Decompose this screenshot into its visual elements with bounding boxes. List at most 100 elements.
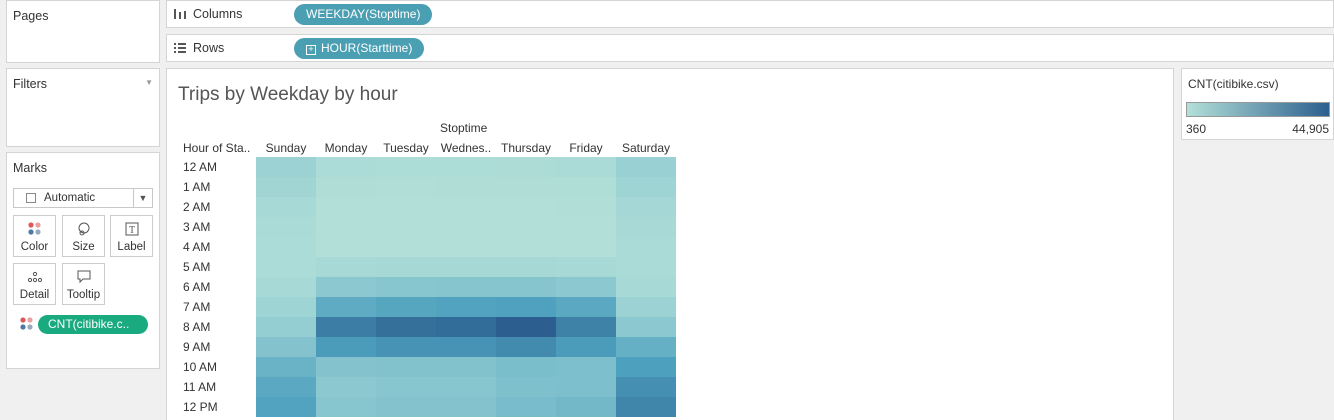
heatmap-cell[interactable] xyxy=(556,177,616,197)
tooltip-button[interactable]: Tooltip xyxy=(62,263,105,305)
pages-panel[interactable]: Pages xyxy=(6,0,160,63)
heatmap-cell[interactable] xyxy=(316,297,376,317)
heatmap-cell[interactable] xyxy=(436,177,496,197)
color-button[interactable]: Color xyxy=(13,215,56,257)
heatmap-cell[interactable] xyxy=(436,377,496,397)
heatmap-cell[interactable] xyxy=(376,357,436,377)
heatmap-cell[interactable] xyxy=(436,157,496,177)
heatmap-cell[interactable] xyxy=(256,157,316,177)
color-legend[interactable]: CNT(citibike.csv) 360 44,905 xyxy=(1181,68,1334,140)
expand-plus-icon[interactable]: + xyxy=(306,45,316,55)
heatmap-cell[interactable] xyxy=(316,157,376,177)
heatmap-cell[interactable] xyxy=(436,317,496,337)
heatmap-cell[interactable] xyxy=(376,277,436,297)
heatmap-cell[interactable] xyxy=(436,197,496,217)
heatmap-cell[interactable] xyxy=(616,257,676,277)
heatmap-cell[interactable] xyxy=(496,297,556,317)
heatmap-cell[interactable] xyxy=(436,257,496,277)
heatmap-cell[interactable] xyxy=(436,217,496,237)
heatmap-cell[interactable] xyxy=(496,197,556,217)
heatmap-cell[interactable] xyxy=(256,317,316,337)
heatmap-cell[interactable] xyxy=(376,217,436,237)
heatmap-cell[interactable] xyxy=(316,177,376,197)
heatmap-cell[interactable] xyxy=(616,317,676,337)
heatmap-cell[interactable] xyxy=(316,237,376,257)
heatmap-cell[interactable] xyxy=(256,277,316,297)
heatmap-cell[interactable] xyxy=(436,397,496,417)
heatmap-cell[interactable] xyxy=(316,377,376,397)
rows-shelf[interactable]: Rows + HOUR(Starttime) xyxy=(166,34,1334,62)
heatmap-cell[interactable] xyxy=(496,177,556,197)
heatmap-cell[interactable] xyxy=(256,177,316,197)
heatmap-cell[interactable] xyxy=(376,297,436,317)
heatmap-cell[interactable] xyxy=(556,377,616,397)
label-button[interactable]: T Label xyxy=(110,215,153,257)
heatmap-cell[interactable] xyxy=(556,277,616,297)
heatmap-cell[interactable] xyxy=(616,217,676,237)
color-field-pill[interactable]: CNT(citibike.c.. xyxy=(38,315,148,334)
heatmap-cell[interactable] xyxy=(556,297,616,317)
chevron-down-icon[interactable]: ▼ xyxy=(133,189,152,207)
heatmap-cell[interactable] xyxy=(556,237,616,257)
heatmap-cell[interactable] xyxy=(376,317,436,337)
heatmap-cell[interactable] xyxy=(496,217,556,237)
heatmap-cell[interactable] xyxy=(496,397,556,417)
heatmap-cell[interactable] xyxy=(376,157,436,177)
heatmap-cell[interactable] xyxy=(616,237,676,257)
columns-shelf[interactable]: Columns WEEKDAY(Stoptime) xyxy=(166,0,1334,28)
heatmap-cell[interactable] xyxy=(616,197,676,217)
filters-panel[interactable]: Filters ▼ xyxy=(6,68,160,147)
heatmap-cell[interactable] xyxy=(556,257,616,277)
heatmap-cell[interactable] xyxy=(616,157,676,177)
heatmap-cell[interactable] xyxy=(256,217,316,237)
heatmap-cell[interactable] xyxy=(616,377,676,397)
heatmap-cell[interactable] xyxy=(316,217,376,237)
heatmap-cell[interactable] xyxy=(556,357,616,377)
heatmap-cell[interactable] xyxy=(256,337,316,357)
heatmap-cell[interactable] xyxy=(256,297,316,317)
heatmap-cell[interactable] xyxy=(616,337,676,357)
heatmap-cell[interactable] xyxy=(376,177,436,197)
heatmap-cell[interactable] xyxy=(316,197,376,217)
filters-menu-icon[interactable]: ▼ xyxy=(145,78,153,87)
heatmap-cell[interactable] xyxy=(496,377,556,397)
heatmap-cell[interactable] xyxy=(316,357,376,377)
heatmap-cell[interactable] xyxy=(496,357,556,377)
size-button[interactable]: Size xyxy=(62,215,105,257)
heatmap-cell[interactable] xyxy=(256,257,316,277)
heatmap-cell[interactable] xyxy=(496,277,556,297)
detail-button[interactable]: Detail xyxy=(13,263,56,305)
heatmap-cell[interactable] xyxy=(316,317,376,337)
heatmap-cell[interactable] xyxy=(376,337,436,357)
heatmap-cell[interactable] xyxy=(376,237,436,257)
heatmap-cell[interactable] xyxy=(436,337,496,357)
heatmap-cell[interactable] xyxy=(376,377,436,397)
heatmap-cell[interactable] xyxy=(556,217,616,237)
heatmap-cell[interactable] xyxy=(496,157,556,177)
heatmap-cell[interactable] xyxy=(616,297,676,317)
heatmap-cell[interactable] xyxy=(256,377,316,397)
heatmap-cell[interactable] xyxy=(376,257,436,277)
heatmap-cell[interactable] xyxy=(556,157,616,177)
heatmap-cell[interactable] xyxy=(556,397,616,417)
heatmap-cell[interactable] xyxy=(436,357,496,377)
heatmap-cell[interactable] xyxy=(436,237,496,257)
hour-starttime-pill[interactable]: + HOUR(Starttime) xyxy=(294,38,425,59)
heatmap-cell[interactable] xyxy=(496,317,556,337)
heatmap-cell[interactable] xyxy=(316,397,376,417)
heatmap-cell[interactable] xyxy=(436,297,496,317)
heatmap-cell[interactable] xyxy=(496,237,556,257)
heatmap-cell[interactable] xyxy=(496,257,556,277)
heatmap-cell[interactable] xyxy=(256,237,316,257)
heatmap-cell[interactable] xyxy=(256,357,316,377)
heatmap-cell[interactable] xyxy=(376,397,436,417)
heatmap-cell[interactable] xyxy=(376,197,436,217)
heatmap-cell[interactable] xyxy=(616,397,676,417)
heatmap-cell[interactable] xyxy=(316,277,376,297)
heatmap-cell[interactable] xyxy=(616,357,676,377)
heatmap-cell[interactable] xyxy=(616,277,676,297)
mark-type-dropdown[interactable]: Automatic ▼ xyxy=(13,188,153,208)
heatmap-cell[interactable] xyxy=(556,317,616,337)
heatmap-cell[interactable] xyxy=(496,337,556,357)
weekday-stoptime-pill[interactable]: WEEKDAY(Stoptime) xyxy=(294,4,433,25)
